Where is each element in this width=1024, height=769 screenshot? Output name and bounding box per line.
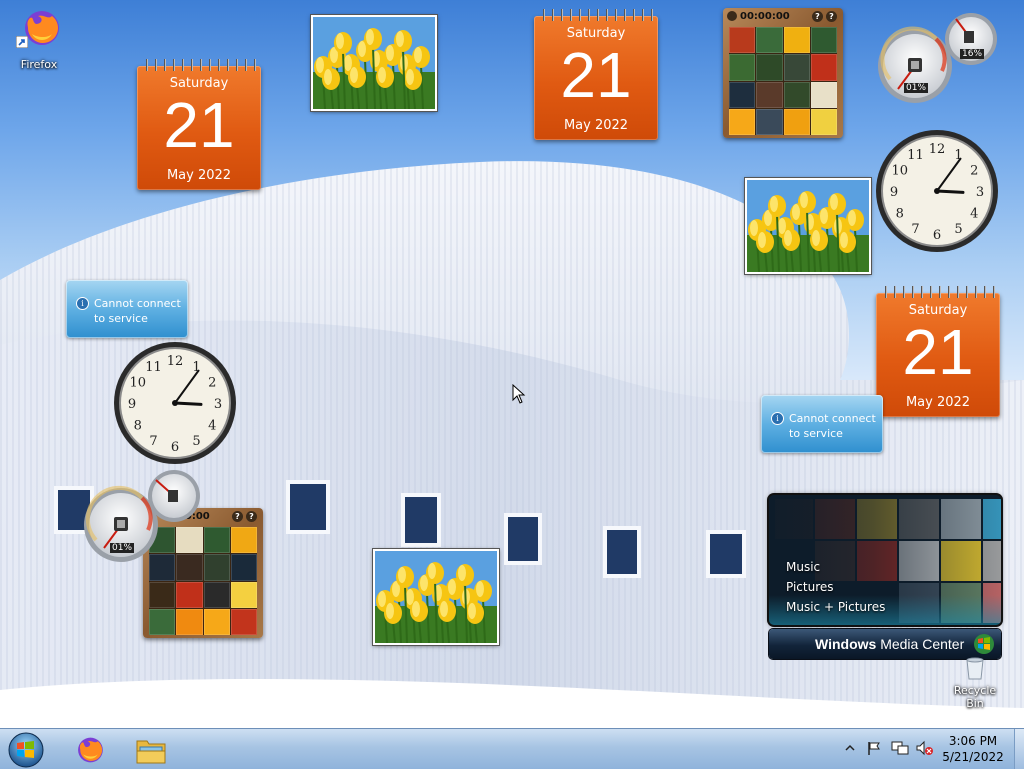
slideshow-gadget[interactable] xyxy=(372,548,500,646)
feed-error-notice[interactable]: i Cannot connect to service xyxy=(761,395,883,453)
info-icon: i xyxy=(76,297,89,310)
recycle-bin-icon xyxy=(966,657,984,680)
clock-gadget[interactable]: 1234567891011 12 xyxy=(113,341,237,465)
clock-numeral: 5 xyxy=(954,222,962,237)
clock-gadget[interactable]: 1234567891011 12 xyxy=(875,129,999,253)
calendar-gadget[interactable]: Saturday 21 May 2022 xyxy=(137,59,261,190)
network-icon[interactable] xyxy=(891,740,909,756)
calendar-day: 21 xyxy=(163,89,235,161)
puzzle-clock-icon xyxy=(727,11,737,21)
show-desktop-button[interactable] xyxy=(1014,729,1024,769)
taskbar-time: 3:06 PM xyxy=(948,734,998,748)
clock-numeral: 6 xyxy=(171,440,179,455)
firefox-icon xyxy=(78,737,103,763)
taskbar-pinned-file-explorer[interactable] xyxy=(122,730,180,768)
start-orb-icon[interactable] xyxy=(6,731,46,769)
cpu-usage-readout: 01% xyxy=(110,543,135,553)
puzzle-help-button[interactable]: ? xyxy=(232,511,243,522)
taskbar: 3:06 PM 5/21/2022 xyxy=(0,728,1024,769)
media-center-brand-rest: Media Center xyxy=(876,636,965,652)
slideshow-gadget[interactable] xyxy=(744,177,872,275)
puzzle-timer: 00:00:00 xyxy=(740,11,790,22)
notice-line-2: to service xyxy=(94,312,148,325)
clock-numeral: 8 xyxy=(896,207,904,222)
clock-numeral: 3 xyxy=(214,397,222,412)
clock-numeral: 9 xyxy=(890,185,898,200)
media-center-menu-music-pictures[interactable]: Music + Pictures xyxy=(786,597,885,617)
puzzle-grid[interactable] xyxy=(729,27,837,135)
desktop[interactable]: Firefox Saturday 21 May 2022 Saturday 21… xyxy=(0,0,1024,728)
clock-numeral: 9 xyxy=(128,397,136,412)
media-center-logo-icon xyxy=(974,634,994,654)
clock-numeral: 10 xyxy=(129,376,146,391)
clock-numeral: 12 xyxy=(167,354,184,369)
clock-numeral: 4 xyxy=(970,207,978,222)
clock-numeral: 3 xyxy=(976,185,984,200)
media-center-menu-music[interactable]: Music xyxy=(786,557,885,577)
info-icon: i xyxy=(771,412,784,425)
clock-numeral: 8 xyxy=(134,419,142,434)
cpu-usage-readout: 01% xyxy=(904,83,929,93)
show-hidden-icons-chevron[interactable] xyxy=(845,743,855,753)
clock-numeral: 7 xyxy=(149,434,157,449)
media-center-brand-bold: Windows xyxy=(815,636,877,652)
calendar-rings xyxy=(538,9,654,21)
clock-pivot xyxy=(934,188,940,194)
notice-line-2: to service xyxy=(789,427,843,440)
memory-usage-readout: 16% xyxy=(960,49,985,59)
calendar-rings xyxy=(141,59,257,71)
tulip-photo xyxy=(313,17,435,109)
clock-numeral: 2 xyxy=(970,164,978,179)
clock-numeral: 10 xyxy=(891,164,908,179)
calendar-month-year: May 2022 xyxy=(905,395,971,410)
mouse-cursor-icon xyxy=(512,384,526,404)
clock-numeral: 2 xyxy=(208,376,216,391)
feed-error-notice[interactable]: i Cannot connect to service xyxy=(66,280,188,338)
taskbar-clock[interactable]: 3:06 PM 5/21/2022 xyxy=(940,733,1006,765)
cpu-meter-dials xyxy=(84,470,200,562)
clock-numeral: 5 xyxy=(192,434,200,449)
calendar-gadget[interactable]: Saturday 21 May 2022 xyxy=(876,286,1000,417)
file-explorer-icon xyxy=(136,740,166,764)
clock-numeral: 12 xyxy=(929,142,946,157)
cpu-meter-gadget[interactable]: 01% xyxy=(82,470,212,564)
cpu-meter-gadget[interactable]: 01% 16% xyxy=(876,9,1000,103)
calendar-day: 21 xyxy=(902,316,974,388)
picture-puzzle-gadget[interactable]: 00:00:00 ? ? xyxy=(723,8,843,138)
calendar-day: 21 xyxy=(560,39,632,111)
calendar-month-year: May 2022 xyxy=(166,168,232,183)
puzzle-help-button[interactable]: ? xyxy=(812,11,823,22)
clock-hour-hand xyxy=(173,401,203,406)
clock-numeral: 11 xyxy=(907,148,924,163)
media-center-gadget[interactable]: Music Pictures Music + Pictures xyxy=(769,495,1001,625)
clock-numeral: 6 xyxy=(933,228,941,243)
puzzle-toolbar: 00:00:00 ? ? xyxy=(727,11,839,25)
clock-numeral: 7 xyxy=(911,222,919,237)
calendar-month-year: May 2022 xyxy=(563,118,629,133)
taskbar-date: 5/21/2022 xyxy=(942,750,1004,764)
tulip-photo xyxy=(375,551,497,643)
clock-numeral: 4 xyxy=(208,419,216,434)
tulip-photo xyxy=(747,180,869,272)
desktop-icon-label: Recycle Bin xyxy=(953,684,997,710)
media-center-menu-pictures[interactable]: Pictures xyxy=(786,577,885,597)
desktop-icon-recycle-bin[interactable]: Recycle Bin xyxy=(944,654,1006,710)
action-center-flag-icon[interactable] xyxy=(866,740,882,756)
slideshow-gadget[interactable] xyxy=(310,14,438,112)
clock-hour-hand xyxy=(935,189,965,194)
taskbar-pinned-firefox[interactable] xyxy=(60,730,118,768)
notice-line-1: Cannot connect xyxy=(789,412,876,425)
volume-muted-icon[interactable] xyxy=(915,740,933,756)
desktop-icon-firefox[interactable]: Firefox xyxy=(12,6,66,76)
desktop-icon-label: Firefox xyxy=(20,58,58,71)
shortcut-arrow-icon xyxy=(16,36,28,48)
puzzle-reset-button[interactable]: ? xyxy=(246,511,257,522)
calendar-gadget[interactable]: Saturday 21 May 2022 xyxy=(534,9,658,140)
notice-line-1: Cannot connect xyxy=(94,297,181,310)
media-center-brand: Windows Media Center xyxy=(815,636,964,652)
calendar-rings xyxy=(880,286,996,298)
puzzle-reset-button[interactable]: ? xyxy=(826,11,837,22)
clock-pivot xyxy=(172,400,178,406)
clock-numeral: 11 xyxy=(145,360,162,375)
